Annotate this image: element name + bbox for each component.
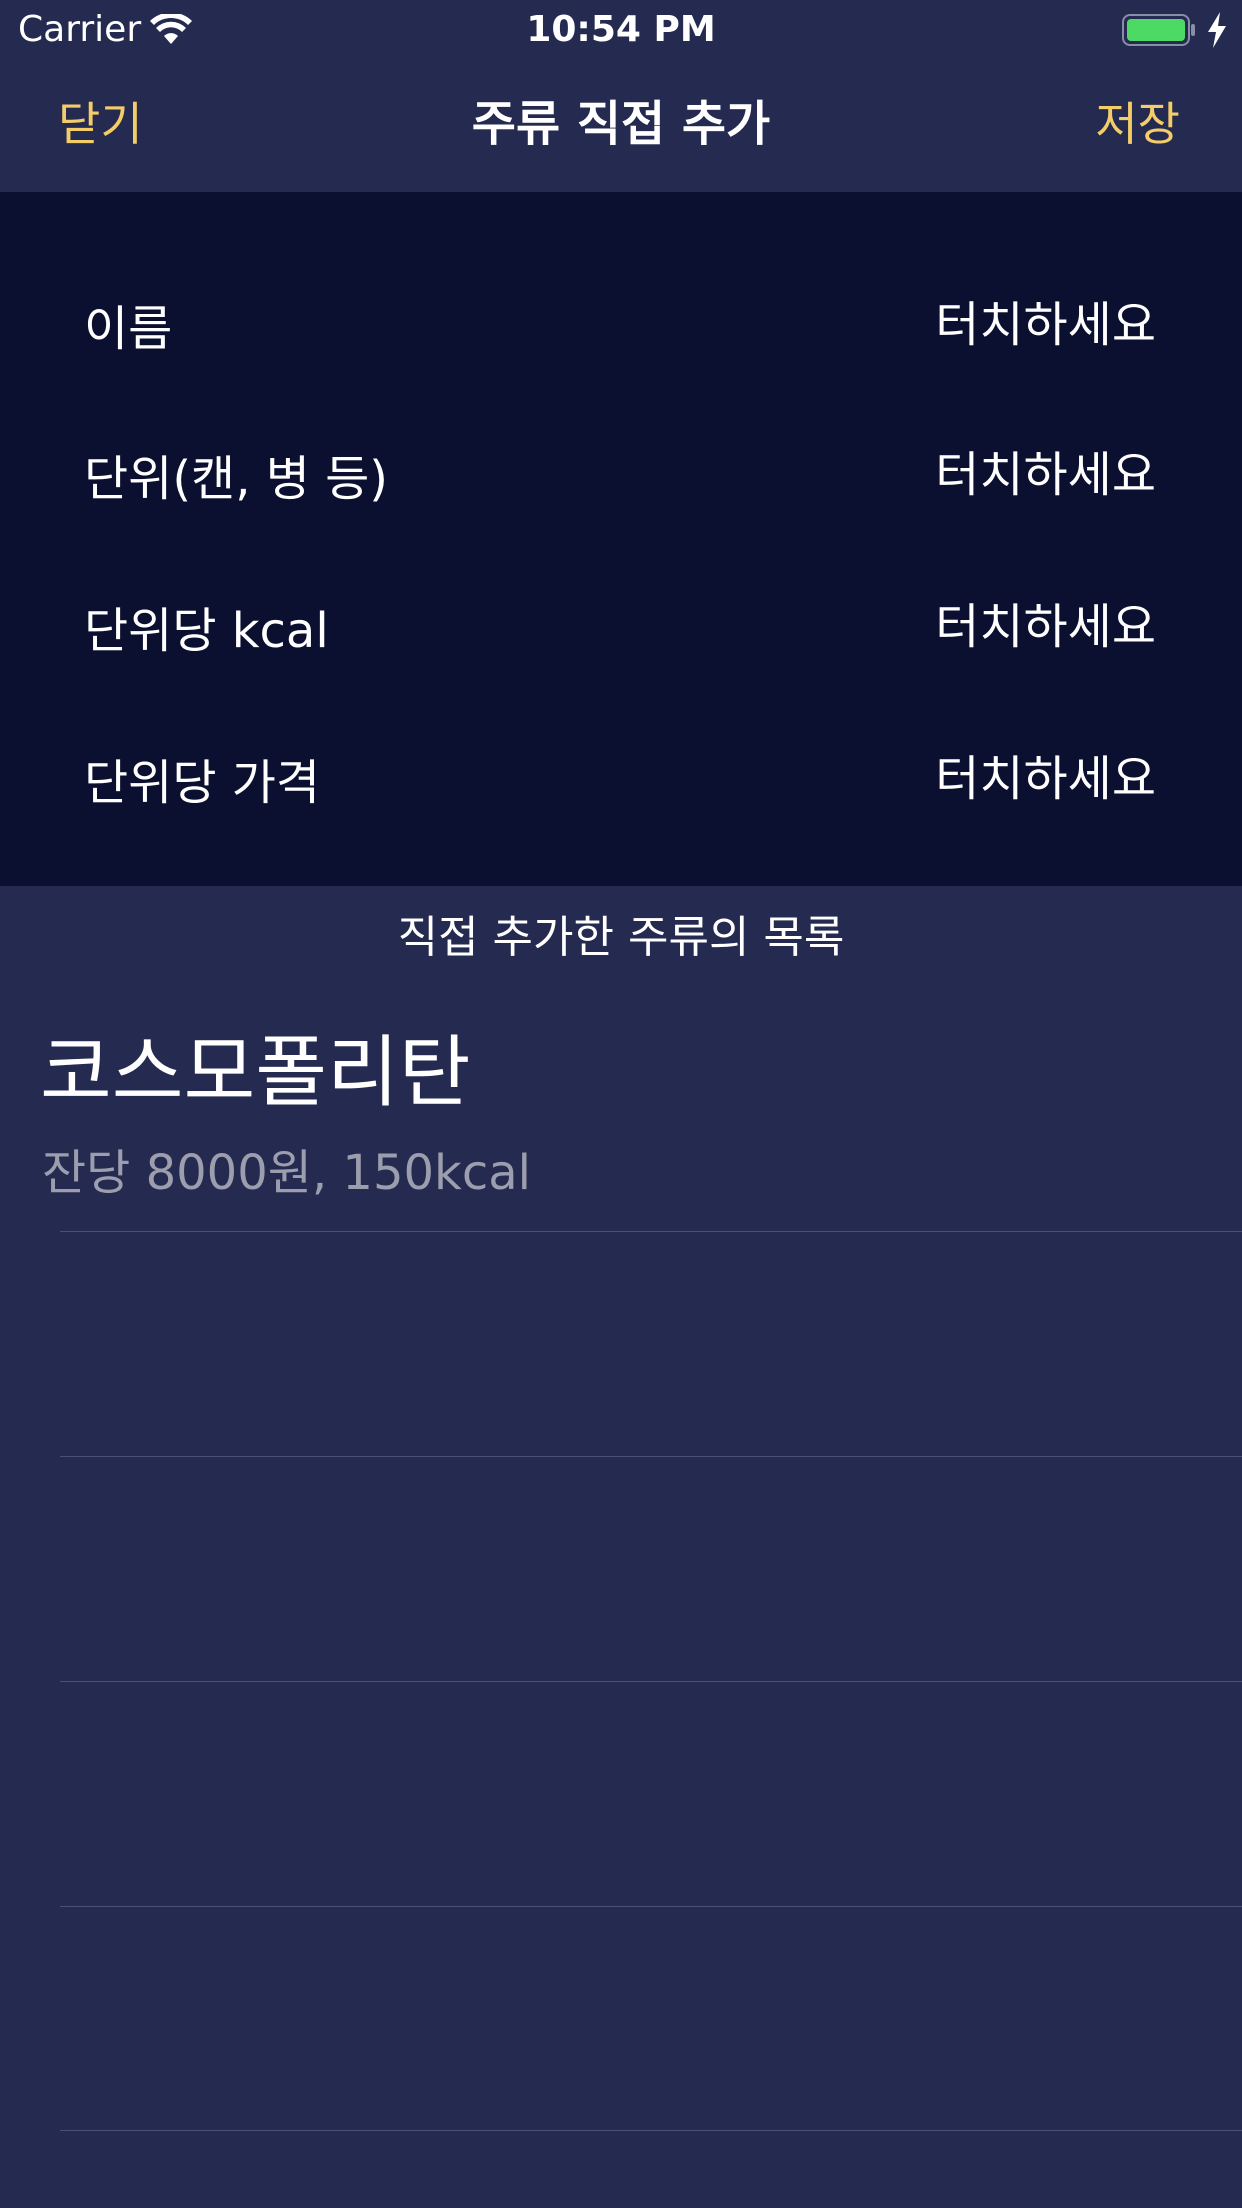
page-title: 주류 직접 추가 — [471, 96, 771, 152]
list-section-header: 직접 추가한 주류의 목록 — [397, 912, 845, 963]
form-row-name[interactable]: 이름 터치하세요 — [0, 254, 1242, 404]
form-row-value[interactable]: 터치하세요 — [935, 598, 1156, 656]
status-time: 10:54 PM — [526, 9, 716, 50]
form-row-value[interactable]: 터치하세요 — [935, 750, 1156, 808]
battery-icon — [1122, 14, 1195, 46]
screen: Carrier 10:54 PM 닫기 주류 직접 추가 저장 이름 터치하세요… — [0, 0, 1242, 2208]
form-row-label: 이름 — [84, 301, 173, 357]
form-row-value[interactable]: 터치하세요 — [935, 446, 1156, 504]
save-button[interactable]: 저장 — [1095, 96, 1180, 152]
empty-list-row — [0, 1232, 1242, 1456]
empty-list-row — [0, 1682, 1242, 1906]
empty-list-row — [0, 1457, 1242, 1681]
list-item-subtitle: 잔당 8000원, 150kcal — [42, 1145, 531, 1201]
empty-list-row — [0, 1907, 1242, 2131]
form-row-kcal[interactable]: 단위당 kcal 터치하세요 — [0, 556, 1242, 706]
form-row-label: 단위(캔, 병 등) — [84, 451, 389, 507]
row-separator — [60, 2130, 1242, 2131]
form-row-value[interactable]: 터치하세요 — [935, 296, 1156, 354]
form-row-label: 단위당 가격 — [84, 755, 321, 811]
form-row-unit[interactable]: 단위(캔, 병 등) 터치하세요 — [0, 404, 1242, 554]
charging-bolt-icon — [1208, 12, 1226, 48]
form-section: 이름 터치하세요 단위(캔, 병 등) 터치하세요 단위당 kcal 터치하세요… — [0, 192, 1242, 886]
list-item-title: 코스모폴리탄 — [40, 1028, 471, 1118]
navigation-bar: 닫기 주류 직접 추가 저장 — [0, 60, 1242, 192]
form-row-price[interactable]: 단위당 가격 터치하세요 — [0, 708, 1242, 858]
status-bar: Carrier 10:54 PM — [0, 0, 1242, 60]
list-item[interactable]: 코스모폴리탄 잔당 8000원, 150kcal — [0, 1000, 1242, 1232]
form-row-label: 단위당 kcal — [84, 603, 329, 659]
